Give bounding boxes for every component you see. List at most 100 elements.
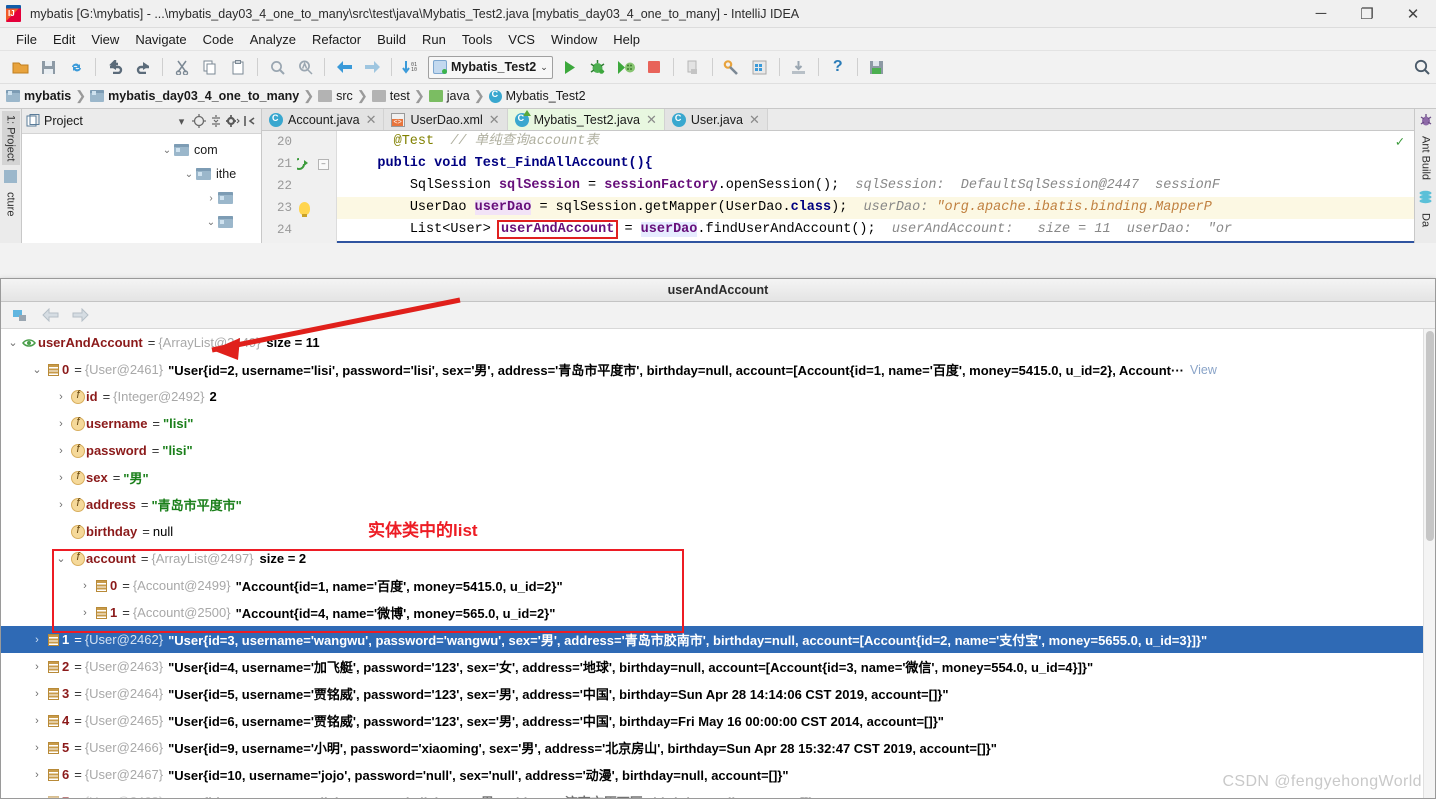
tree-row-account-1[interactable]: › 1 = {Account@2500} "Account{id=4, name…: [1, 599, 1435, 626]
chevron-right-icon[interactable]: ›: [29, 661, 45, 673]
close-button[interactable]: ✕: [1390, 0, 1436, 28]
chevron-right-icon[interactable]: ›: [29, 688, 45, 700]
replace-icon[interactable]: [292, 54, 318, 80]
menu-refactor[interactable]: Refactor: [304, 30, 369, 49]
tool-window-structure[interactable]: cture: [2, 188, 20, 220]
code-text[interactable]: @Test // 单纯查询account表 public void Test_F…: [337, 131, 1414, 243]
tool-window-database[interactable]: Da: [1417, 209, 1435, 231]
navigate-back-icon[interactable]: [331, 54, 357, 80]
debug-icon[interactable]: [585, 54, 611, 80]
project-tree-node-com[interactable]: ⌄ com: [22, 138, 261, 162]
run-method-icon[interactable]: [294, 157, 314, 171]
redo-icon[interactable]: [130, 54, 156, 80]
menu-tools[interactable]: Tools: [454, 30, 500, 49]
menu-navigate[interactable]: Navigate: [127, 30, 194, 49]
close-icon[interactable]: ✕: [646, 112, 657, 128]
chevron-down-icon[interactable]: ⌄: [5, 336, 21, 349]
synchronize-icon[interactable]: [63, 54, 89, 80]
tool-window-project[interactable]: 1: Project: [1, 111, 20, 166]
open-project-icon[interactable]: [7, 54, 33, 80]
tree-row-user-7[interactable]: › 7 = {User@2468} "User{id=11, username=…: [1, 788, 1435, 798]
stop-icon[interactable]: [641, 54, 667, 80]
tree-row-field-username[interactable]: › username = "lisi": [1, 410, 1435, 437]
copy-icon[interactable]: [197, 54, 223, 80]
tree-row-account-0[interactable]: › 0 = {Account@2499} "Account{id=1, name…: [1, 572, 1435, 599]
chevron-down-icon[interactable]: ⌄: [53, 552, 69, 565]
run-with-coverage-icon[interactable]: [613, 54, 639, 80]
breadcrumb-item-class[interactable]: Mybatis_Test2: [488, 89, 586, 103]
editor-tab-user-java[interactable]: User.java ✕: [664, 109, 768, 131]
editor-gutter[interactable]: 20 21 – 22 23 24: [262, 131, 337, 243]
tree-row-user-5[interactable]: › 5 = {User@2466} "User{id=9, username='…: [1, 734, 1435, 761]
back-arrow-icon[interactable]: [37, 303, 63, 327]
tree-row-field-account[interactable]: ⌄ account = {ArrayList@2497} size = 2: [1, 545, 1435, 572]
chevron-right-icon[interactable]: ›: [53, 418, 69, 430]
tree-row-field-address[interactable]: › address = "青岛市平度市": [1, 491, 1435, 518]
tree-row-user-2[interactable]: › 2 = {User@2463} "User{id=4, username='…: [1, 653, 1435, 680]
tool-window-ant-build[interactable]: Ant Build: [1417, 132, 1435, 184]
tree-row-field-password[interactable]: › password = "lisi": [1, 437, 1435, 464]
menu-analyze[interactable]: Analyze: [242, 30, 304, 49]
menu-build[interactable]: Build: [369, 30, 414, 49]
close-icon[interactable]: ✕: [489, 112, 500, 128]
chevron-right-icon[interactable]: ›: [29, 769, 45, 781]
run-icon[interactable]: [557, 54, 583, 80]
tree-row-root[interactable]: ⌄ userAndAccount = {ArrayList@2449} size…: [1, 329, 1435, 356]
database-save-icon[interactable]: [864, 54, 890, 80]
project-tree-node-3[interactable]: ›: [22, 186, 261, 210]
maximize-button[interactable]: ❐: [1344, 0, 1390, 28]
menu-view[interactable]: View: [83, 30, 127, 49]
search-icon[interactable]: [264, 54, 290, 80]
menu-vcs[interactable]: VCS: [500, 30, 543, 49]
tree-row-user-6[interactable]: › 6 = {User@2467} "User{id=10, username=…: [1, 761, 1435, 788]
scrollbar-thumb[interactable]: [1426, 331, 1434, 542]
chevron-right-icon[interactable]: ›: [53, 499, 69, 511]
database-icon[interactable]: [1418, 190, 1433, 207]
view-link[interactable]: View: [1190, 363, 1217, 377]
chevron-right-icon[interactable]: ›: [77, 580, 93, 592]
close-icon[interactable]: ✕: [749, 112, 760, 128]
forward-arrow-icon[interactable]: [67, 303, 93, 327]
hide-panel-icon[interactable]: [241, 113, 258, 130]
breadcrumb-item-test[interactable]: test: [371, 89, 410, 103]
locate-icon[interactable]: [190, 113, 207, 130]
chevron-down-icon[interactable]: ⌄: [29, 363, 45, 376]
breadcrumb-item-module[interactable]: mybatis_day03_4_one_to_many: [90, 89, 299, 103]
close-icon[interactable]: ✕: [366, 112, 377, 128]
chevron-right-icon[interactable]: ›: [53, 391, 69, 403]
structure-icon[interactable]: [4, 170, 17, 184]
menu-file[interactable]: File: [8, 30, 45, 49]
chevron-right-icon[interactable]: ›: [53, 445, 69, 457]
tree-row-user-4[interactable]: › 4 = {User@2465} "User{id=6, username='…: [1, 707, 1435, 734]
tree-row-user-3[interactable]: › 3 = {User@2464} "User{id=5, username='…: [1, 680, 1435, 707]
editor-tab-account-java[interactable]: Account.java ✕: [262, 109, 385, 131]
editor-tab-userdao-xml[interactable]: UserDao.xml ✕: [384, 109, 508, 131]
breadcrumb-item-mybatis[interactable]: mybatis: [6, 89, 71, 103]
value-tree[interactable]: ⌄ userAndAccount = {ArrayList@2449} size…: [1, 329, 1435, 798]
intention-bulb-icon[interactable]: [294, 201, 314, 217]
chevron-right-icon[interactable]: ›: [29, 796, 45, 798]
navigate-forward-icon[interactable]: [359, 54, 385, 80]
undo-icon[interactable]: [102, 54, 128, 80]
compile-icon[interactable]: 01 10: [398, 54, 424, 80]
inspection-status-icon[interactable]: ✓: [1396, 134, 1404, 151]
tree-row-field-sex[interactable]: › sex = "男": [1, 464, 1435, 491]
show-in-tree-icon[interactable]: [7, 303, 33, 327]
settings-wrench-icon[interactable]: [719, 54, 745, 80]
paste-icon[interactable]: [225, 54, 251, 80]
breadcrumb-item-src[interactable]: src: [318, 89, 353, 103]
project-tree-node-4[interactable]: ⌄: [22, 210, 261, 234]
project-tree[interactable]: ⌄ com ⌄ ithe › ⌄: [22, 134, 261, 243]
attach-profiler-icon[interactable]: [680, 54, 706, 80]
project-structure-icon[interactable]: [747, 54, 773, 80]
chevron-right-icon[interactable]: ›: [29, 742, 45, 754]
minimize-button[interactable]: ─: [1298, 0, 1344, 28]
tree-row-user-0[interactable]: ⌄ 0 = {User@2461} "User{id=2, username='…: [1, 356, 1435, 383]
menu-edit[interactable]: Edit: [45, 30, 83, 49]
save-all-icon[interactable]: [35, 54, 61, 80]
chevron-right-icon[interactable]: ›: [77, 607, 93, 619]
code-editor[interactable]: 20 21 – 22 23 24 @Test // 单纯查询account表 p…: [262, 131, 1414, 243]
chevron-right-icon[interactable]: ›: [29, 634, 45, 646]
menu-run[interactable]: Run: [414, 30, 454, 49]
code-fold-icon[interactable]: –: [318, 158, 329, 170]
